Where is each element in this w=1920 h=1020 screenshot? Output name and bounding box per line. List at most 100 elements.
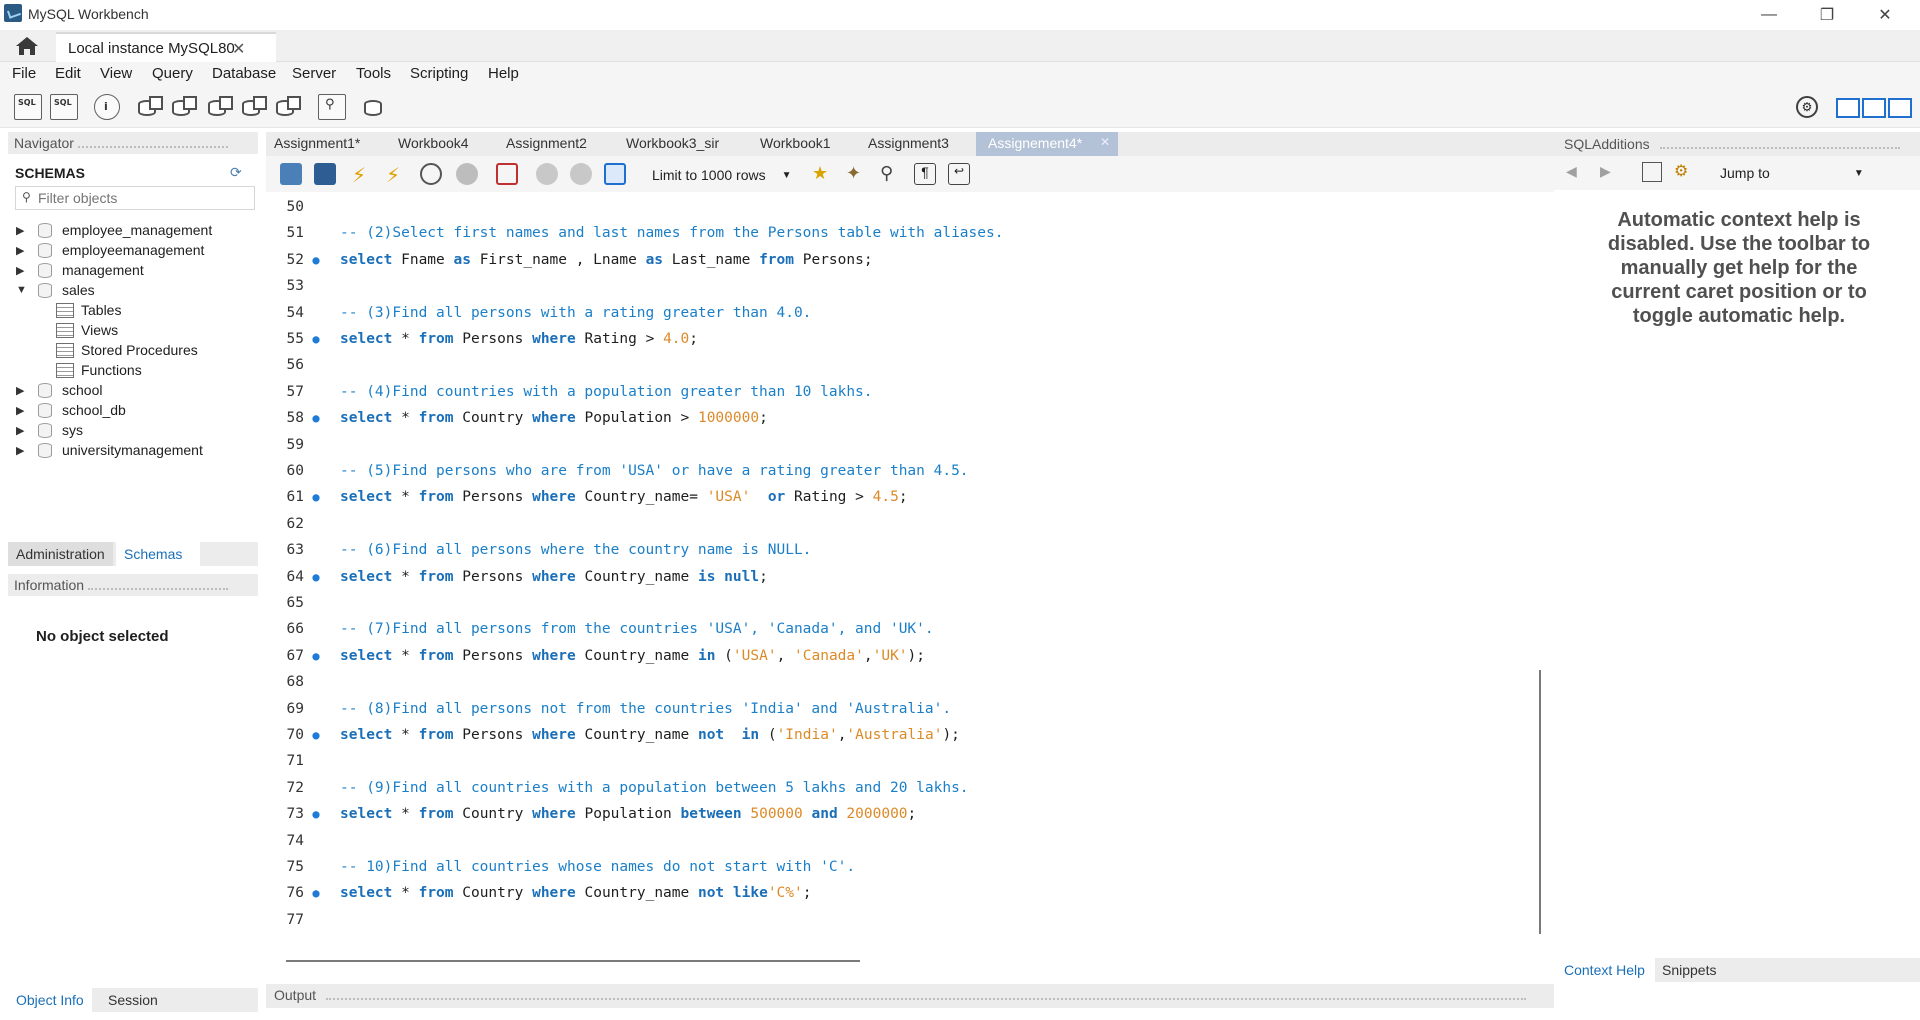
code-line[interactable]: 54 -- (3)Find all persons with a rating g… (266, 300, 1526, 326)
code-line[interactable]: 59 (266, 432, 1526, 458)
collapse-arrow-icon[interactable]: ▼ (16, 284, 30, 296)
code-line[interactable]: 66 -- (7)Find all persons from the countr… (266, 616, 1526, 642)
tab-assignment3[interactable]: Assignment3 (868, 135, 949, 151)
rollback-icon[interactable] (570, 163, 592, 185)
statement-marker-icon[interactable]: ● (304, 728, 328, 742)
menu-help[interactable]: Help (488, 65, 519, 82)
code-line[interactable]: 52 ● select Fname as First_name , Lname as… (266, 247, 1526, 273)
auto-help-icon[interactable]: ⚙ (1674, 161, 1688, 181)
vertical-scroll-thumb[interactable] (1539, 670, 1541, 934)
code-line[interactable]: 55 ● select * from Persons where Rating > … (266, 326, 1526, 352)
horizontal-scroll-thumb[interactable] (286, 960, 860, 962)
code-line[interactable]: 58 ● select * from Country where Populatio… (266, 405, 1526, 431)
code-line[interactable]: 67 ● select * from Persons where Country_n… (266, 643, 1526, 669)
back-arrow-icon[interactable]: ◀ (1566, 163, 1577, 180)
tab-object-info[interactable]: Object Info (8, 988, 92, 1012)
create-function-icon[interactable] (274, 94, 302, 120)
minimize-icon[interactable]: — (1740, 0, 1798, 30)
code-line[interactable]: 74 (266, 828, 1526, 854)
restore-icon[interactable]: ❐ (1798, 0, 1856, 30)
menu-server[interactable]: Server (292, 65, 336, 82)
expand-arrow-icon[interactable]: ▶ (16, 444, 30, 457)
stop-icon[interactable] (456, 163, 478, 185)
menu-query[interactable]: Query (152, 65, 193, 82)
close-icon[interactable]: ✕ (1856, 0, 1914, 30)
code-line[interactable]: 70 ● select * from Persons where Country_n… (266, 722, 1526, 748)
tab-assignment1[interactable]: Assignment1* (274, 135, 360, 151)
forward-arrow-icon[interactable]: ▶ (1600, 163, 1611, 180)
tab-workbook4[interactable]: Workbook4 (398, 135, 469, 151)
sales-tables-item[interactable]: Tables (56, 300, 121, 320)
schema-item-employeemanagement[interactable]: ▶ employeemanagement (16, 240, 204, 260)
code-line[interactable]: 68 (266, 669, 1526, 695)
close-tab-icon[interactable]: ✕ (232, 39, 245, 59)
statement-marker-icon[interactable]: ● (304, 253, 328, 267)
invisible-chars-icon[interactable]: ¶ (914, 163, 936, 185)
execute-lightning-icon[interactable]: ⚡ (352, 163, 374, 187)
statement-marker-icon[interactable]: ● (304, 807, 328, 821)
code-line[interactable]: 65 (266, 590, 1526, 616)
code-line[interactable]: 51 -- (2)Select first names and last name… (266, 220, 1526, 246)
create-table-icon[interactable] (170, 94, 198, 120)
reconnect-icon[interactable] (362, 94, 390, 120)
limit-rows-select[interactable]: Limit to 1000 rows ▼ (648, 163, 798, 187)
statement-marker-icon[interactable]: ● (304, 332, 328, 346)
code-line[interactable]: 75 -- 10)Find all countries whose names d… (266, 854, 1526, 880)
code-line[interactable]: 57 -- (4)Find countries with a population… (266, 379, 1526, 405)
word-wrap-icon[interactable]: ↩ (948, 163, 970, 185)
toggle-sidebar-icon[interactable] (1836, 98, 1860, 118)
expand-arrow-icon[interactable]: ▶ (16, 224, 30, 237)
expand-arrow-icon[interactable]: ▶ (16, 264, 30, 277)
menu-database[interactable]: Database (212, 65, 276, 82)
expand-arrow-icon[interactable]: ▶ (16, 404, 30, 417)
tab-assignement4-active[interactable]: Assignement4* ✕ (976, 132, 1118, 156)
connection-tab[interactable]: Local instance MySQL80 ✕ (56, 32, 276, 62)
expand-arrow-icon[interactable]: ▶ (16, 384, 30, 397)
beautify-star-icon[interactable]: ★ (812, 163, 834, 185)
manual-help-icon[interactable] (1642, 162, 1662, 182)
statement-marker-icon[interactable]: ● (304, 649, 328, 663)
create-schema-icon[interactable] (136, 94, 164, 120)
jump-to-select[interactable]: Jump to ▼ (1714, 161, 1864, 185)
save-icon[interactable] (314, 163, 336, 185)
menu-view[interactable]: View (100, 65, 132, 82)
code-line[interactable]: 72 -- (9)Find all countries with a popula… (266, 775, 1526, 801)
expand-arrow-icon[interactable]: ▶ (16, 244, 30, 257)
statement-marker-icon[interactable]: ● (304, 570, 328, 584)
sales-views-item[interactable]: Views (56, 320, 118, 340)
statement-marker-icon[interactable]: ● (304, 490, 328, 504)
tab-workbook1[interactable]: Workbook1 (760, 135, 831, 151)
find-icon[interactable]: ⚲ (880, 163, 902, 185)
schema-item-sales[interactable]: ▼ sales (16, 280, 95, 300)
new-sql-tab-icon[interactable]: SQL (14, 94, 42, 120)
tab-administration[interactable]: Administration (8, 542, 113, 566)
filter-objects-input[interactable] (38, 189, 248, 207)
create-procedure-icon[interactable] (240, 94, 268, 120)
schema-item-sys[interactable]: ▶ sys (16, 420, 83, 440)
tab-assignment2[interactable]: Assignment2 (506, 135, 587, 151)
code-line[interactable]: 77 (266, 907, 1526, 933)
code-line[interactable]: 56 (266, 352, 1526, 378)
code-line[interactable]: 71 (266, 748, 1526, 774)
sales-procedures-item[interactable]: Stored Procedures (56, 340, 198, 360)
search-table-data-icon[interactable]: ⚲ (318, 94, 346, 120)
toggle-continue-icon[interactable] (496, 163, 518, 185)
explain-icon[interactable] (420, 163, 442, 185)
menu-scripting[interactable]: Scripting (410, 65, 468, 82)
schema-item-management[interactable]: ▶ management (16, 260, 144, 280)
toggle-output-icon[interactable] (1862, 98, 1886, 118)
menu-tools[interactable]: Tools (356, 65, 391, 82)
code-line[interactable]: 76 ● select * from Country where Country_n… (266, 880, 1526, 906)
menu-edit[interactable]: Edit (55, 65, 81, 82)
schema-item-employee-management[interactable]: ▶ employee_management (16, 220, 212, 240)
code-line[interactable]: 69 -- (8)Find all persons not from the co… (266, 696, 1526, 722)
code-line[interactable]: 53 (266, 273, 1526, 299)
tab-context-help[interactable]: Context Help (1554, 958, 1655, 982)
schema-item-universitymanagement[interactable]: ▶ universitymanagement (16, 440, 203, 460)
sql-editor[interactable]: 50 51 -- (2)Select first names and last na… (266, 192, 1532, 954)
tab-snippets[interactable]: Snippets (1652, 958, 1726, 982)
format-broom-icon[interactable]: ✦ (846, 163, 868, 185)
settings-gear-icon[interactable]: ⚙ (1796, 96, 1818, 118)
commit-icon[interactable] (536, 163, 558, 185)
tab-workbook3-sir[interactable]: Workbook3_sir (626, 135, 719, 151)
